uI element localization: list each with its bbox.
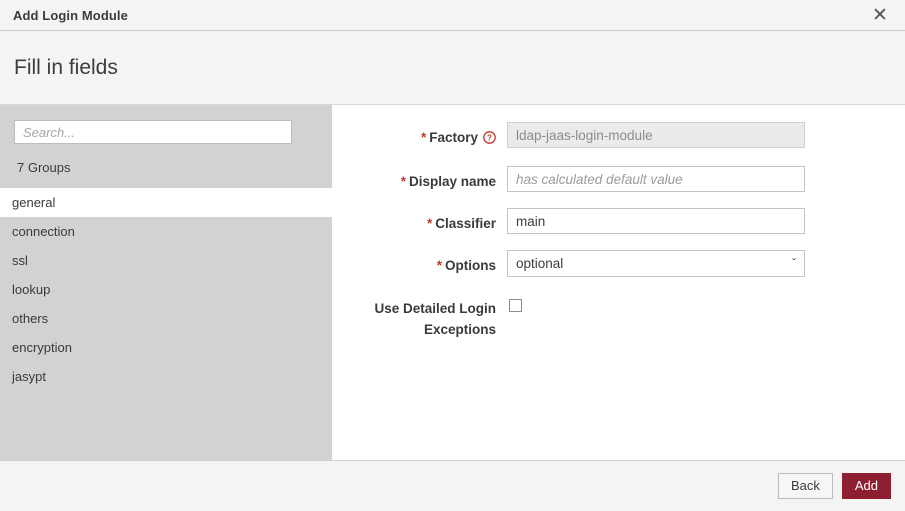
dialog-footer: Back Add bbox=[0, 460, 905, 511]
factory-input bbox=[507, 122, 805, 148]
detailed-login-exceptions-control bbox=[507, 293, 905, 312]
sidebar-item-general[interactable]: general bbox=[0, 188, 332, 217]
options-control: optional ˇ bbox=[507, 250, 905, 277]
factory-label: * Factory? bbox=[332, 122, 507, 150]
sidebar-item-connection[interactable]: connection bbox=[0, 217, 332, 246]
form-row-classifier: * Classifier bbox=[332, 208, 905, 234]
help-circle-icon[interactable]: ? bbox=[483, 129, 496, 150]
add-login-module-dialog: Add Login Module ✕ Fill in fields 7 Grou… bbox=[0, 0, 905, 511]
detailed-login-exceptions-label: Use Detailed Login Exceptions bbox=[374, 301, 496, 337]
classifier-label: * Classifier bbox=[332, 208, 507, 234]
search-container bbox=[0, 105, 332, 144]
form-panel: *Factory? *Display name *Classifier bbox=[332, 105, 905, 460]
group-list: general connection ssl lookup others enc… bbox=[0, 188, 332, 460]
required-marker: * bbox=[420, 130, 427, 145]
required-marker: * bbox=[426, 216, 433, 231]
sidebar-item-encryption[interactable]: encryption bbox=[0, 333, 332, 362]
display-name-label-text: Display name bbox=[408, 174, 496, 189]
form-row-factory: * Factory? bbox=[332, 122, 905, 150]
svg-text:?: ? bbox=[487, 134, 492, 143]
sidebar-item-ssl[interactable]: ssl bbox=[0, 246, 332, 275]
sidebar-item-lookup[interactable]: lookup bbox=[0, 275, 332, 304]
display-name-input[interactable] bbox=[507, 166, 805, 192]
page-title: Fill in fields bbox=[14, 55, 118, 79]
factory-label-text: Factory bbox=[429, 130, 478, 145]
form-row-options: * Options optional ˇ bbox=[332, 250, 905, 277]
dialog-titlebar: Add Login Module ✕ bbox=[0, 0, 905, 31]
search-input[interactable] bbox=[14, 120, 292, 144]
classifier-control bbox=[507, 208, 905, 234]
options-label: * Options bbox=[332, 250, 507, 276]
dialog-body: 7 Groups general connection ssl lookup o… bbox=[0, 105, 905, 460]
sidebar-item-others[interactable]: others bbox=[0, 304, 332, 333]
form-row-detailed-login-exceptions: Use Detailed Login Exceptions bbox=[332, 293, 905, 340]
options-select-wrap: optional ˇ bbox=[507, 250, 805, 277]
classifier-input[interactable] bbox=[507, 208, 805, 234]
factory-control bbox=[507, 122, 905, 148]
required-marker: * bbox=[436, 258, 442, 273]
dialog-title: Add Login Module bbox=[13, 7, 128, 23]
dialog-header-band: Fill in fields bbox=[0, 31, 905, 105]
detailed-login-exceptions-checkbox[interactable] bbox=[509, 299, 522, 312]
options-select[interactable]: optional bbox=[507, 250, 805, 277]
groups-count-label: 7 Groups bbox=[17, 160, 71, 175]
display-name-label: * Display name bbox=[332, 166, 507, 192]
options-label-text: Options bbox=[445, 258, 496, 273]
groups-sidebar: 7 Groups general connection ssl lookup o… bbox=[0, 105, 332, 460]
display-name-control bbox=[507, 166, 905, 192]
back-button[interactable]: Back bbox=[777, 473, 833, 499]
add-button[interactable]: Add bbox=[841, 473, 891, 499]
classifier-label-text: Classifier bbox=[435, 216, 496, 231]
required-marker: * bbox=[400, 174, 406, 189]
close-icon[interactable]: ✕ bbox=[867, 2, 893, 28]
sidebar-item-jasypt[interactable]: jasypt bbox=[0, 362, 332, 391]
form-row-display-name: * Display name bbox=[332, 166, 905, 192]
